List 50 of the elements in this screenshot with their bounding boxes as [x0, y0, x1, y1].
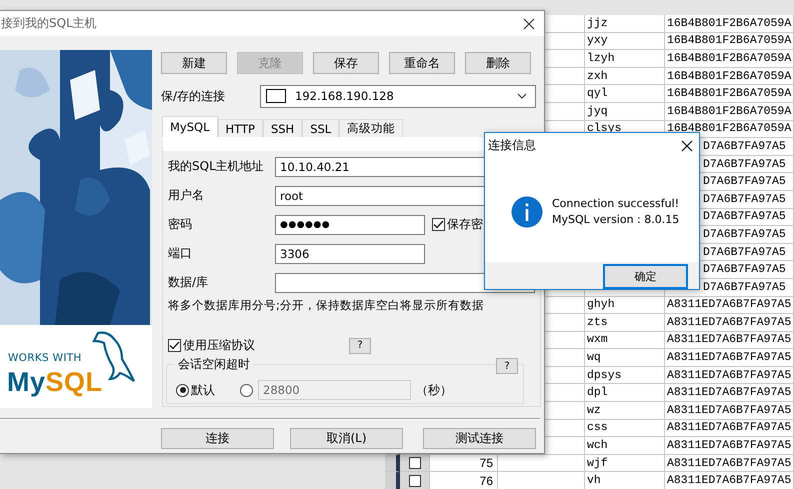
- field-label: 密码: [168, 216, 193, 233]
- row-number-cell: 76: [430, 472, 498, 489]
- toolbar-button[interactable]: 保存: [313, 52, 379, 74]
- row-checkbox[interactable]: [408, 474, 420, 487]
- field-label: 我的SQL主机地址: [168, 158, 265, 175]
- table-cell: vh: [585, 472, 665, 489]
- dialog-button[interactable]: 连接: [161, 428, 274, 449]
- help-button[interactable]: ?: [349, 338, 371, 354]
- group-title: 会话空闲超时: [175, 356, 253, 373]
- radio-button[interactable]: [240, 384, 253, 396]
- toolbar-button[interactable]: 重命名: [389, 52, 455, 74]
- row-checkbox[interactable]: [408, 457, 420, 470]
- field-label: 用户名: [168, 187, 205, 204]
- checkbox-label: 使用压缩协议: [183, 337, 255, 354]
- tab[interactable]: MySQL: [162, 116, 218, 137]
- checkbox[interactable]: [432, 218, 445, 231]
- unit-label: （秒）: [416, 382, 452, 398]
- dialog-button[interactable]: 取消(L): [290, 428, 403, 449]
- logo-wordmark: MySQL: [7, 367, 103, 398]
- saved-connection-dropdown[interactable]: 192.168.190.128: [260, 84, 536, 108]
- tab[interactable]: HTTP: [218, 119, 263, 137]
- checkbox-label: 保存密: [447, 216, 483, 233]
- toolbar-button[interactable]: 删除: [465, 52, 531, 74]
- window-title: 接到我的SQL主机: [1, 15, 97, 32]
- row-header[interactable]: [385, 454, 400, 472]
- table-cell: A8311ED7A6B7FA97A5: [665, 472, 794, 489]
- radio-button[interactable]: [176, 384, 189, 396]
- row-header[interactable]: [385, 472, 400, 489]
- info-icon: [511, 196, 543, 228]
- tab[interactable]: SSH: [262, 119, 302, 137]
- input-field[interactable]: 3306: [275, 244, 425, 264]
- field-label: 端口: [168, 245, 193, 262]
- dialog-button[interactable]: 测试连接: [423, 428, 536, 449]
- tab[interactable]: SSL: [302, 119, 340, 137]
- field-label: 保/存的连接: [161, 88, 226, 104]
- help-button[interactable]: ?: [496, 358, 518, 374]
- close-icon[interactable]: [681, 140, 693, 152]
- tab[interactable]: 高级功能: [339, 119, 404, 137]
- window-title: 连接信息: [488, 137, 536, 154]
- chevron-down-icon: [517, 93, 527, 99]
- hint-text: 将多个数据库用分号;分开，保持数据库空白将显示所有数据: [168, 298, 485, 313]
- logo-tagline: WORKS WITH: [8, 352, 82, 364]
- close-icon[interactable]: [523, 18, 535, 30]
- field-label: 数据/库: [168, 274, 210, 291]
- ok-button[interactable]: 确定: [603, 264, 688, 289]
- checkbox[interactable]: [168, 339, 181, 352]
- toolbar-button[interactable]: 新建: [161, 52, 227, 74]
- timeout-field[interactable]: 28800: [258, 380, 411, 400]
- radio-label: 默认: [191, 382, 215, 398]
- input-field[interactable]: ●●●●●●: [275, 214, 425, 234]
